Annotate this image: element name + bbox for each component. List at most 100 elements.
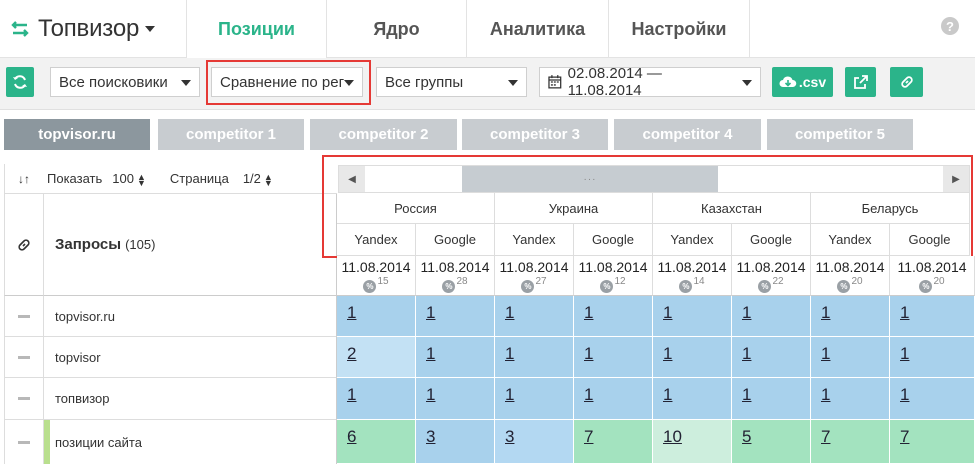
project-tab-competitor-3[interactable]: competitor 3: [462, 119, 608, 150]
percent-icon: %: [442, 280, 456, 293]
position-cell[interactable]: 1: [416, 337, 495, 378]
highlight-frame-mode: [206, 60, 371, 105]
position-cell[interactable]: 1: [890, 378, 975, 420]
position-cell[interactable]: 1: [732, 296, 811, 337]
tab-analytics[interactable]: Аналитика: [466, 0, 608, 58]
position-cell[interactable]: 1: [890, 296, 975, 337]
queries-header[interactable]: Запросы (105): [44, 194, 337, 296]
date-cell: 11.08.2014% 12: [574, 256, 653, 296]
position-cell[interactable]: 1: [811, 296, 890, 337]
position-cell[interactable]: 1: [653, 296, 732, 337]
position-cell[interactable]: 1: [811, 337, 890, 378]
table-controls: ↓↑ Показать 100 ▲ ▼ Страница 1/2 ▲ ▼: [4, 164, 337, 194]
link-column-header[interactable]: [4, 194, 44, 296]
table-row-query[interactable]: позиции сайта: [44, 420, 337, 464]
position-cell[interactable]: 7: [811, 420, 890, 464]
date-cell: 11.08.2014% 27: [495, 256, 574, 296]
tab-settings[interactable]: Настройки: [608, 0, 750, 58]
position-cell[interactable]: 7: [890, 420, 975, 464]
position-cell[interactable]: 1: [574, 337, 653, 378]
groups-select[interactable]: Все группы: [376, 67, 527, 97]
tab-positions[interactable]: Позиции: [186, 0, 326, 58]
table-row-query[interactable]: топвизор: [44, 378, 337, 420]
position-cell[interactable]: 6: [337, 420, 416, 464]
position-cell[interactable]: 1: [495, 337, 574, 378]
position-cell[interactable]: 1: [574, 296, 653, 337]
chevron-down-icon: [181, 80, 191, 86]
position-cell[interactable]: 1: [495, 296, 574, 337]
date-range-select[interactable]: 02.08.2014 — 11.08.2014: [539, 65, 761, 99]
link-icon: [18, 238, 30, 251]
export-csv-button[interactable]: .csv: [772, 67, 833, 97]
back-arrow-icon[interactable]: [10, 19, 30, 39]
project-tab-competitor-4[interactable]: competitor 4: [614, 119, 761, 150]
share-button[interactable]: [845, 67, 876, 97]
queries-count: (105): [125, 237, 156, 252]
position-cell[interactable]: 1: [653, 337, 732, 378]
position-cell[interactable]: 1: [890, 337, 975, 378]
row-toggle[interactable]: [4, 337, 44, 378]
project-tab-topvisor[interactable]: topvisor.ru: [4, 119, 150, 150]
project-tab-competitor-5[interactable]: competitor 5: [767, 119, 913, 150]
position-cell[interactable]: 1: [732, 378, 811, 420]
chevron-down-icon: [508, 80, 518, 86]
toolbar: Все поисковики Сравнение по рег Все груп…: [0, 58, 975, 110]
position-cell[interactable]: 1: [416, 378, 495, 420]
brand-title: Топвизор: [38, 15, 140, 42]
position-cell[interactable]: 10: [653, 420, 732, 464]
percent-icon: %: [363, 280, 377, 293]
table-row-query[interactable]: topvisor: [44, 337, 337, 378]
position-cell[interactable]: 3: [416, 420, 495, 464]
refresh-button[interactable]: [6, 67, 34, 97]
show-count-select[interactable]: 100 ▲ ▼: [112, 171, 146, 187]
minus-icon: [18, 440, 30, 444]
row-toggle[interactable]: [4, 378, 44, 420]
link-icon: [900, 76, 913, 88]
share-icon: [853, 75, 868, 89]
sort-icon[interactable]: ↓↑: [18, 172, 30, 186]
help-icon[interactable]: ?: [941, 17, 959, 35]
page-select[interactable]: 1/2 ▲ ▼: [243, 171, 273, 187]
page-label: Страница: [169, 171, 229, 186]
position-cell[interactable]: 1: [732, 337, 811, 378]
position-cell[interactable]: 3: [495, 420, 574, 464]
position-cell[interactable]: 1: [811, 378, 890, 420]
date-cell: 11.08.2014% 14: [653, 256, 732, 296]
date-cell: 11.08.2014% 20: [890, 256, 975, 296]
position-cell[interactable]: 5: [732, 420, 811, 464]
show-label: Показать: [47, 171, 103, 186]
minus-icon: [18, 355, 30, 359]
cloud-download-icon: [779, 76, 797, 87]
position-cell[interactable]: 1: [653, 378, 732, 420]
position-cell[interactable]: 1: [495, 378, 574, 420]
search-engine-select[interactable]: Все поисковики: [50, 67, 200, 97]
tab-core[interactable]: Ядро: [326, 0, 466, 58]
position-cell[interactable]: 2: [337, 337, 416, 378]
percent-icon: %: [521, 280, 535, 293]
project-tab-competitor-2[interactable]: competitor 2: [310, 119, 457, 150]
row-toggle[interactable]: [4, 296, 44, 337]
position-cell[interactable]: 1: [337, 296, 416, 337]
percent-icon: %: [679, 280, 693, 293]
link-button[interactable]: [890, 67, 923, 97]
row-toggle[interactable]: [4, 420, 44, 464]
brand-caret-icon: [145, 26, 156, 32]
percent-icon: %: [600, 280, 614, 293]
table-row-query[interactable]: topvisor.ru: [44, 296, 337, 337]
position-cell[interactable]: 7: [574, 420, 653, 464]
percent-icon: %: [837, 280, 851, 293]
date-cell: 11.08.2014% 28: [416, 256, 495, 296]
project-tab-competitor-1[interactable]: competitor 1: [158, 119, 304, 150]
refresh-icon: [13, 75, 27, 89]
minus-icon: [18, 397, 30, 400]
date-cell: 11.08.2014% 22: [732, 256, 811, 296]
position-cell[interactable]: 1: [416, 296, 495, 337]
calendar-icon: [548, 75, 562, 89]
date-cell: 11.08.2014% 15: [337, 256, 416, 296]
top-navigation: Топвизор Позиции Ядро Аналитика Настройк…: [0, 0, 975, 58]
brand-menu[interactable]: Топвизор: [10, 0, 156, 58]
chevron-down-icon: [742, 80, 752, 86]
position-cell[interactable]: 1: [337, 378, 416, 420]
highlight-frame-regions: [322, 155, 973, 258]
position-cell[interactable]: 1: [574, 378, 653, 420]
